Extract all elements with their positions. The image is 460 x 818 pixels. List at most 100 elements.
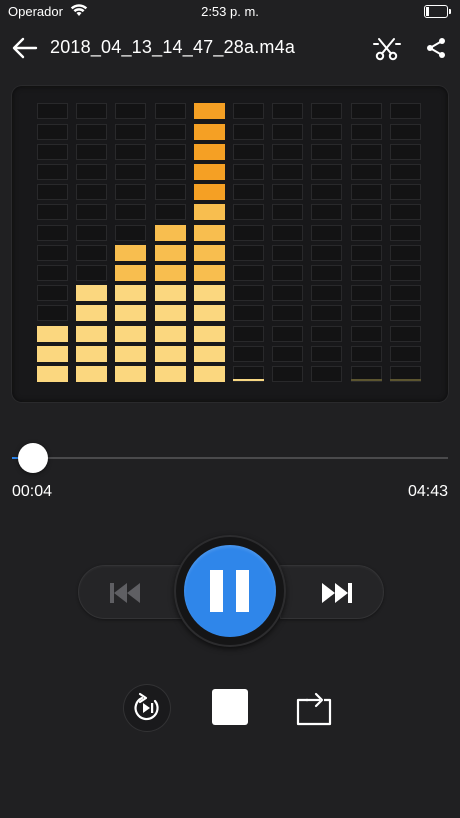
visualizer-bar (154, 204, 186, 221)
loop-play-button[interactable] (124, 685, 170, 731)
nav-bar: 2018_04_13_14_47_28a.m4a (0, 26, 460, 70)
visualizer-bar (350, 325, 382, 342)
visualizer-bar (233, 265, 264, 281)
visualizer-baseline (350, 379, 382, 381)
visualizer-bar (272, 224, 304, 241)
visualizer-bar (389, 325, 421, 342)
visualizer-bar (154, 366, 186, 382)
visualizer-bar (193, 164, 225, 180)
visualizer-bar (193, 123, 225, 140)
visualizer-bar (233, 204, 264, 221)
visualizer-bar (37, 305, 68, 322)
visualizer-bar (233, 345, 264, 362)
visualizer-bar (389, 345, 421, 362)
audio-visualizer (12, 86, 448, 402)
previous-button[interactable] (78, 565, 182, 619)
visualizer-bar (115, 123, 147, 140)
visualizer-bar (233, 325, 264, 342)
visualizer-bar (389, 204, 421, 221)
recording-title: 2018_04_13_14_47_28a.m4a (50, 37, 296, 57)
stop-button[interactable] (212, 689, 248, 725)
visualizer-bar (76, 143, 108, 160)
visualizer-bar (350, 164, 382, 180)
visualizer-bar (37, 345, 68, 362)
visualizer-bar (311, 204, 343, 221)
visualizer-bar (389, 265, 421, 281)
visualizer-bar (76, 224, 108, 241)
visualizer-bar (37, 224, 68, 241)
visualizer-bar (350, 204, 382, 221)
visualizer-bar (115, 103, 147, 120)
visualizer-bar (350, 265, 382, 281)
visualizer-bar (272, 366, 304, 382)
status-bar: Operador 2:53 p. m. (0, 0, 460, 24)
visualizer-bar (193, 265, 225, 281)
visualizer-baseline (389, 379, 421, 381)
visualizer-bar (350, 103, 382, 120)
repeat-button[interactable] (294, 690, 334, 728)
visualizer-bar (193, 204, 225, 221)
back-button[interactable] (10, 34, 40, 62)
visualizer-bar (311, 244, 343, 261)
visualizer-bar (233, 305, 264, 322)
visualizer-bar (193, 305, 225, 322)
visualizer-bar (311, 325, 343, 342)
visualizer-bar (76, 285, 108, 302)
seek-thumb[interactable] (18, 443, 48, 473)
elapsed-time: 00:04 (12, 483, 53, 500)
visualizer-bar (37, 285, 68, 302)
visualizer-bar (37, 164, 68, 180)
visualizer-bar (389, 305, 421, 322)
visualizer-bar (154, 305, 186, 322)
visualizer-bar (233, 143, 264, 160)
visualizer-bar (154, 103, 186, 120)
visualizer-bar (37, 123, 68, 140)
visualizer-bar (115, 204, 147, 221)
visualizer-bar (76, 325, 108, 342)
visualizer-bar (272, 184, 304, 201)
repeat-icon (296, 692, 332, 726)
visualizer-bar (193, 325, 225, 342)
pause-button[interactable] (184, 545, 276, 637)
visualizer-bar (272, 325, 304, 342)
visualizer-bar (154, 285, 186, 302)
visualizer-bar (272, 164, 304, 180)
visualizer-bar (272, 345, 304, 362)
visualizer-bar (272, 143, 304, 160)
visualizer-bar (311, 164, 343, 180)
visualizer-bar (311, 265, 343, 281)
visualizer-bar (154, 265, 186, 281)
visualizer-bar (311, 224, 343, 241)
visualizer-bar (154, 143, 186, 160)
trim-button[interactable] (372, 34, 402, 62)
visualizer-bar (350, 184, 382, 201)
visualizer-bar (37, 103, 68, 120)
visualizer-bar (272, 285, 304, 302)
visualizer-bar (193, 103, 225, 120)
visualizer-bar (154, 345, 186, 362)
visualizer-bar (350, 123, 382, 140)
visualizer-bar (154, 164, 186, 180)
share-button[interactable] (422, 34, 450, 62)
visualizer-bar (233, 285, 264, 302)
visualizer-bar (76, 265, 108, 281)
visualizer-bar (233, 103, 264, 120)
next-track-icon (322, 583, 352, 603)
visualizer-bar (389, 184, 421, 201)
visualizer-bar (76, 305, 108, 322)
seek-track[interactable] (12, 457, 448, 459)
visualizer-bar (311, 143, 343, 160)
visualizer-bar (389, 244, 421, 261)
visualizer-bar (76, 103, 108, 120)
visualizer-baseline (233, 379, 264, 381)
visualizer-bar (193, 184, 225, 201)
visualizer-bar (115, 143, 147, 160)
visualizer-bar (350, 285, 382, 302)
visualizer-bar (233, 164, 264, 180)
visualizer-bar (115, 325, 147, 342)
visualizer-bar (37, 325, 68, 342)
next-button[interactable] (280, 565, 384, 619)
visualizer-bar (193, 224, 225, 241)
visualizer-bar (193, 143, 225, 160)
visualizer-bar (350, 224, 382, 241)
